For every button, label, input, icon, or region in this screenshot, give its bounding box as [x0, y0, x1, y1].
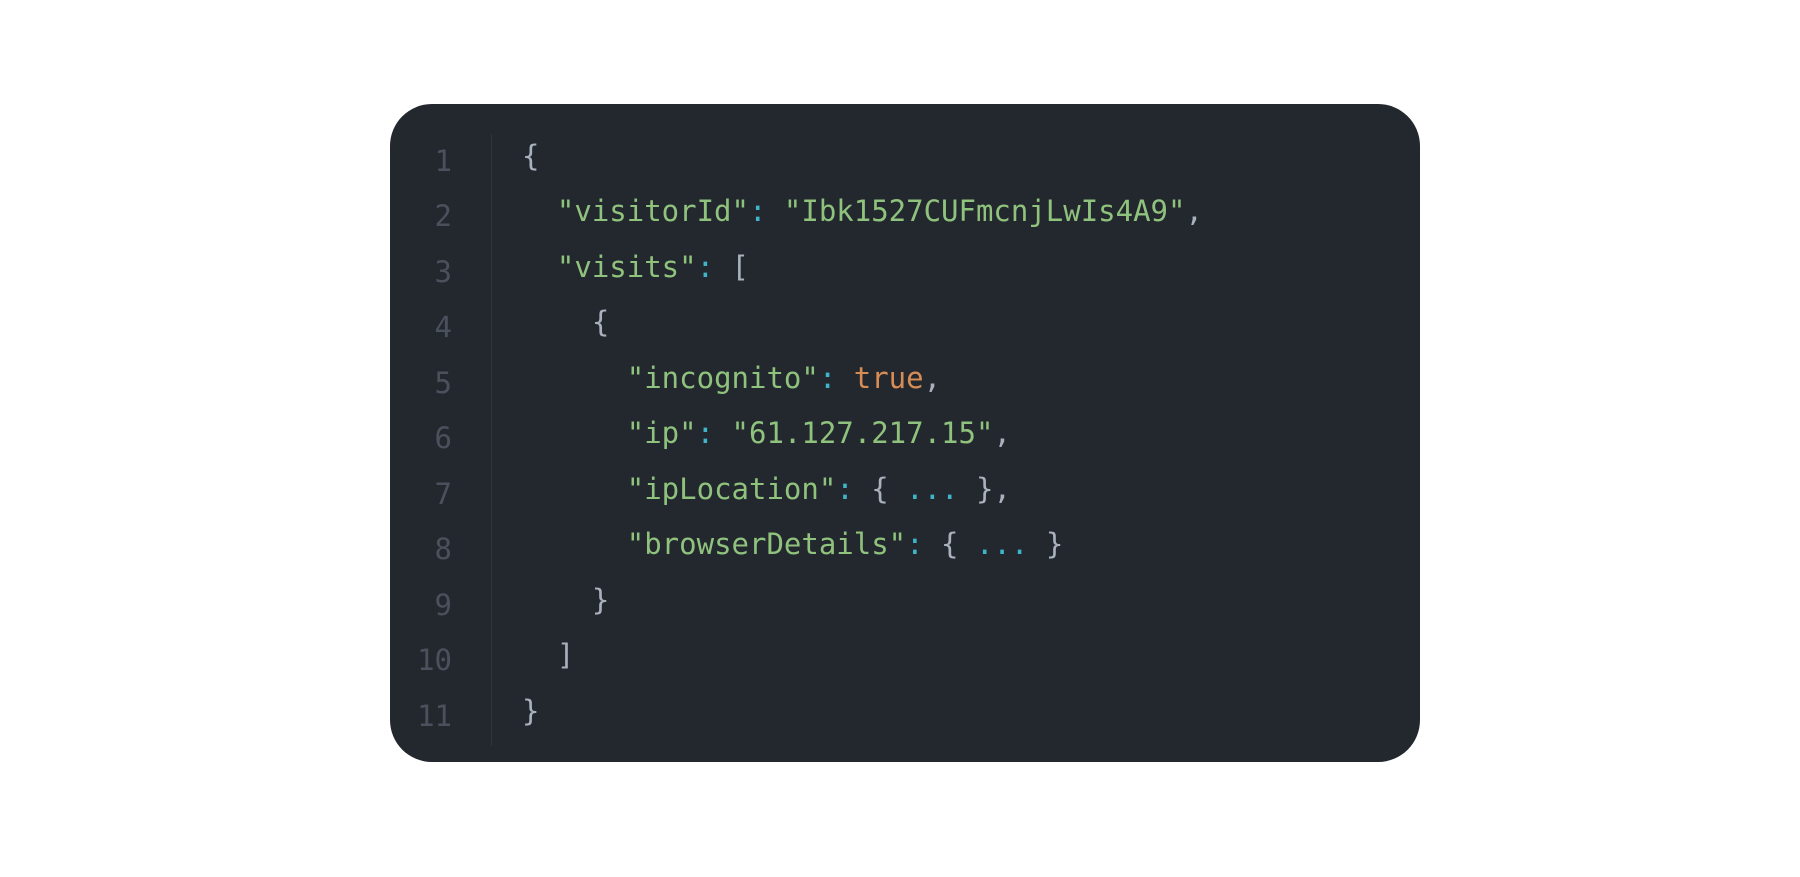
- line-content: {: [522, 139, 539, 173]
- collapsed-ellipsis: ...: [975, 527, 1029, 562]
- json-key-ip: "ip": [626, 416, 697, 451]
- code-line-11: 11 }: [390, 683, 1420, 739]
- open-brace: {: [941, 527, 976, 562]
- code-line-3: 3 "visits": [: [390, 239, 1420, 295]
- line-content: "ip": "61.127.217.15",: [522, 416, 1011, 450]
- line-number: 6: [434, 421, 452, 456]
- line-number: 2: [434, 199, 452, 234]
- line-number: 9: [434, 587, 452, 622]
- json-value-ip: "61.127.217.15": [731, 416, 994, 451]
- comma: ,: [1185, 194, 1203, 229]
- open-brace: {: [522, 138, 540, 173]
- colon: :: [696, 416, 732, 451]
- json-key-incognito: "incognito": [626, 360, 819, 395]
- line-content: "browserDetails": { ... }: [522, 527, 1064, 562]
- line-number: 7: [434, 476, 452, 511]
- comma: ,: [993, 416, 1011, 451]
- collapsed-ellipsis: ...: [906, 471, 959, 506]
- line-number: 3: [434, 254, 452, 289]
- colon: :: [818, 360, 854, 395]
- code-line-1: 1 {: [390, 128, 1420, 184]
- line-content: "incognito": true,: [522, 361, 941, 395]
- code-line-6: 6 "ip": "61.127.217.15",: [390, 406, 1420, 462]
- line-number: 1: [434, 143, 452, 178]
- open-bracket: [: [731, 249, 749, 284]
- line-number: 5: [434, 365, 452, 400]
- code-line-4: 4 {: [390, 295, 1420, 351]
- colon: :: [906, 527, 942, 562]
- json-key-browserDetails: "browserDetails": [626, 527, 907, 562]
- line-content: "visits": [: [522, 250, 749, 284]
- code-block: 1 { 2 "visitorId": "Ibk1527CUFmcnjLwIs4A…: [390, 104, 1420, 762]
- line-content: }: [522, 583, 609, 617]
- line-number: 10: [417, 643, 452, 678]
- code-line-9: 9 }: [390, 572, 1420, 628]
- close-brace: }: [958, 471, 994, 506]
- comma: ,: [993, 471, 1011, 506]
- json-value-incognito: true: [853, 360, 924, 395]
- close-brace: }: [1028, 527, 1064, 562]
- line-number: 11: [417, 698, 452, 733]
- line-number: 8: [434, 532, 452, 567]
- code-line-2: 2 "visitorId": "Ibk1527CUFmcnjLwIs4A9",: [390, 184, 1420, 240]
- code-line-10: 10 ]: [390, 628, 1420, 684]
- json-value-visitorId: "Ibk1527CUFmcnjLwIs4A9": [783, 194, 1186, 229]
- json-key-visitorId: "visitorId": [556, 194, 749, 229]
- close-brace: }: [522, 693, 540, 728]
- json-key-ipLocation: "ipLocation": [626, 471, 837, 506]
- code-line-8: 8 "browserDetails": { ... }: [390, 517, 1420, 573]
- line-content: }: [522, 694, 539, 728]
- line-content: "visitorId": "Ibk1527CUFmcnjLwIs4A9",: [522, 194, 1203, 228]
- line-content: ]: [522, 638, 574, 672]
- colon: :: [836, 471, 872, 506]
- colon: :: [748, 194, 784, 229]
- open-brace: {: [871, 471, 907, 506]
- line-number: 4: [434, 310, 452, 345]
- colon: :: [696, 249, 732, 284]
- line-content: {: [522, 305, 609, 339]
- close-bracket: ]: [556, 638, 575, 673]
- code-line-5: 5 "incognito": true,: [390, 350, 1420, 406]
- code-line-7: 7 "ipLocation": { ... },: [390, 461, 1420, 517]
- close-brace: }: [591, 582, 610, 617]
- json-key-visits: "visits": [556, 249, 697, 284]
- line-content: "ipLocation": { ... },: [522, 472, 1011, 506]
- open-brace: {: [591, 305, 610, 340]
- comma: ,: [923, 360, 942, 395]
